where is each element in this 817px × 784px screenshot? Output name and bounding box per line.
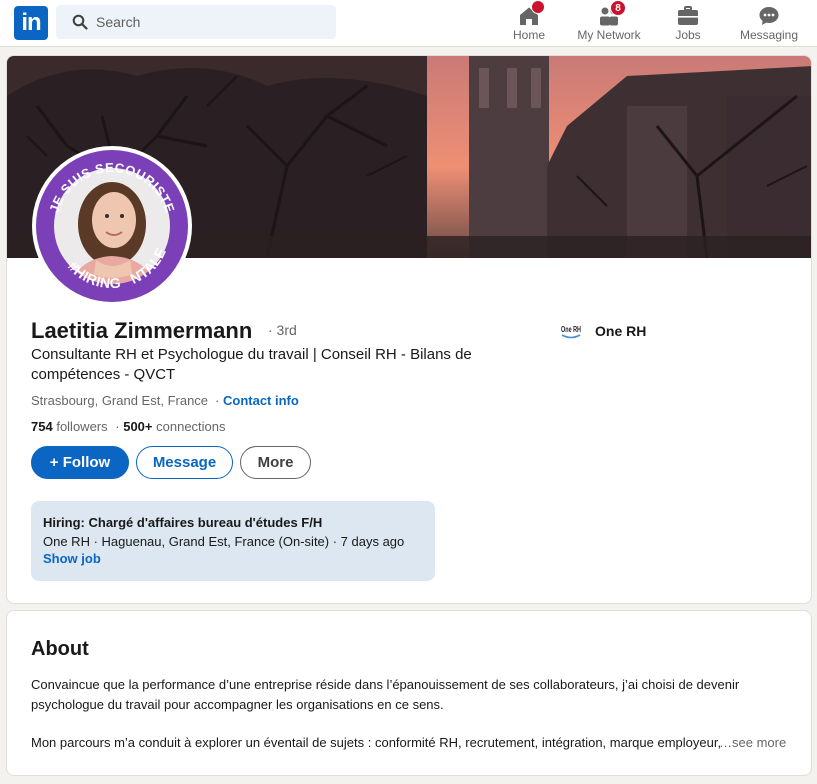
connections-label[interactable]: connections [156,419,225,434]
about-paragraph-2: Mon parcours m’a conduit à explorer un é… [31,735,721,750]
profile-headline: Consultante RH et Psychologue du travail… [31,346,472,383]
nav-label-home: Home [512,28,545,42]
connection-degree: · 3rd [268,322,297,338]
company-logo: One RH [561,325,581,339]
profile-card: JE SUIS SECOURISTE #HIRING NTALE Laetiti… [6,55,812,604]
hiring-meta: One RH · Haguenau, Grand Est, France (On… [43,534,405,549]
about-heading: About [31,638,89,660]
profile-avatar[interactable]: JE SUIS SECOURISTE #HIRING NTALE [32,146,192,306]
search-input[interactable]: Search [56,5,336,39]
hiring-banner[interactable]: Hiring: Chargé d'affaires bureau d'étude… [31,501,435,581]
about-paragraph-1: Convaincue que la performance d’une entr… [31,677,740,712]
nav-item-home[interactable]: Home [500,0,558,47]
contact-info-link[interactable]: Contact info [223,393,299,408]
connections-count[interactable]: 500+ [123,419,152,434]
home-notification-dot [531,0,545,14]
show-job-link[interactable]: Show job [43,551,101,566]
stats-separator: · [115,419,120,434]
search-placeholder: Search [96,14,141,30]
profile-location: Strasbourg, Grand Est, France [31,393,209,408]
nav-item-my-network[interactable]: 8 My Network [570,0,648,47]
search-icon [72,14,88,30]
hiring-title: Hiring: Chargé d'affaires bureau d'étude… [43,515,323,530]
followers-count: 754 [31,419,53,434]
follow-button[interactable]: + Follow [31,446,129,479]
linkedin-logo[interactable]: in [14,6,48,40]
about-card: About Convaincue que la performance d’un… [6,610,812,776]
followers-label: followers [56,419,108,434]
nav-label-jobs: Jobs [675,28,701,42]
avatar-photo: JE SUIS SECOURISTE #HIRING NTALE [36,150,188,302]
company-logo-text: One RH [561,325,581,334]
profile-stats: 754 followers · 500+ connections [31,419,226,434]
chat-icon [759,7,779,25]
company-name: One RH [595,323,647,339]
location-separator: · [215,393,220,408]
message-button[interactable]: Message [136,446,233,479]
briefcase-icon [678,6,698,25]
top-navigation: in Search Home 8 My Network Jobs Messagi… [0,0,817,47]
more-button[interactable]: More [240,446,311,479]
profile-name: Laetitia Zimmermann [31,318,253,343]
nav-label-my-network: My Network [577,28,641,42]
nav-label-messaging: Messaging [739,28,799,42]
my-network-badge: 8 [610,0,626,16]
see-more-link[interactable]: …see more [719,733,786,753]
nav-item-messaging[interactable]: Messaging [736,0,802,47]
nav-item-jobs[interactable]: Jobs [664,0,712,47]
